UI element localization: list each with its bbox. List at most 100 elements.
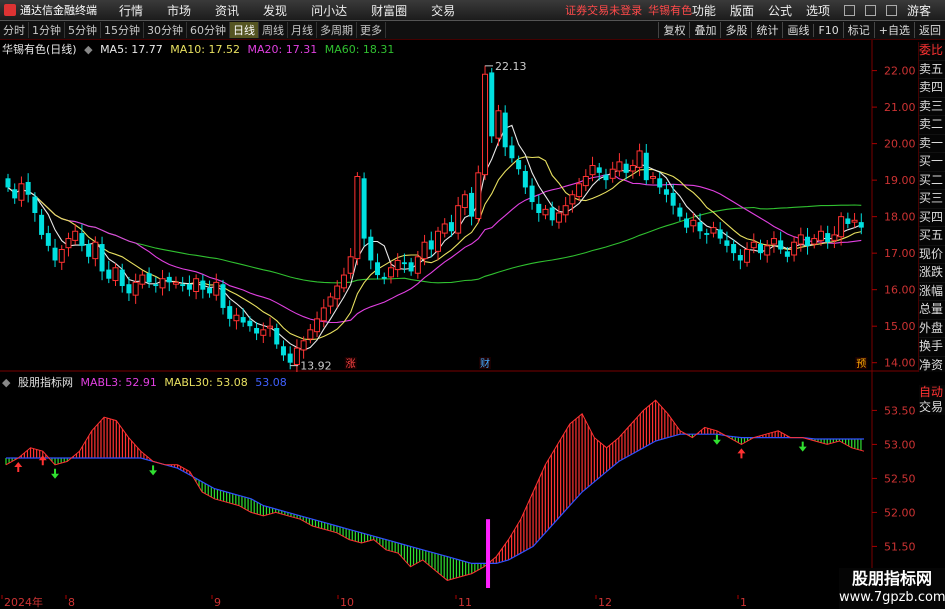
side-item[interactable]: 卖四 xyxy=(919,79,945,98)
menu-function[interactable]: 功能 xyxy=(692,2,716,19)
period-30min[interactable]: 30分钟 xyxy=(144,22,187,38)
period-1min[interactable]: 1分钟 xyxy=(29,22,65,38)
trade-login-notice[interactable]: 证券交易未登录 xyxy=(565,2,642,18)
side-item[interactable]: 买三 xyxy=(919,190,945,209)
candle-body-down xyxy=(704,233,710,235)
candle-body-down xyxy=(401,262,407,265)
candle-body-down xyxy=(166,276,172,283)
candle-body-down xyxy=(180,284,186,287)
side-item[interactable]: 委比 xyxy=(919,42,945,61)
period-intraday[interactable]: 分时 xyxy=(0,22,29,38)
guest-user[interactable]: 游客 xyxy=(907,2,931,19)
candle-body-down xyxy=(240,317,246,323)
side-item[interactable]: 卖五 xyxy=(919,61,945,79)
side-item[interactable]: 卖一 xyxy=(919,135,945,153)
side-item[interactable]: 买四 xyxy=(919,209,945,227)
candle-body-up xyxy=(690,219,697,227)
period-toolbar: 分时 1分钟 5分钟 15分钟 30分钟 60分钟 日线 周线 月线 多周期 更… xyxy=(0,21,945,40)
tool-back[interactable]: 返回 xyxy=(914,22,945,38)
app-logo-icon xyxy=(4,4,16,16)
period-more[interactable]: 更多 xyxy=(357,22,386,38)
date-tick-label: 8 xyxy=(68,596,75,609)
menu-discover[interactable]: 发现 xyxy=(263,2,287,19)
indicator-side: 自动 交易 xyxy=(919,385,945,415)
menu-trade[interactable]: 交易 xyxy=(431,2,455,19)
maximize-icon[interactable] xyxy=(864,4,876,16)
menu-market[interactable]: 市场 xyxy=(167,2,191,19)
high-price-label: 22.13 xyxy=(495,60,527,73)
tool-statistics[interactable]: 统计 xyxy=(751,22,782,38)
side-item[interactable]: 买一 xyxy=(919,153,945,172)
chart-stock-title: 华锡有色(日线) xyxy=(2,43,77,56)
candle-body-up xyxy=(18,183,25,201)
indicator-chart[interactable]: 53.5053.0052.5052.0051.5051.00 xyxy=(0,372,945,596)
menu-market-quotes[interactable]: 行情 xyxy=(119,2,143,19)
tool-add-watchlist[interactable]: +自选 xyxy=(873,22,914,38)
indicator-title: 股朋指标网 xyxy=(17,376,73,389)
event-marker: 财 xyxy=(480,357,490,370)
indicator-background xyxy=(0,372,945,596)
period-monthly[interactable]: 月线 xyxy=(288,22,317,38)
candle-body-up xyxy=(576,183,583,198)
candle-body-down xyxy=(603,174,609,181)
period-weekly[interactable]: 周线 xyxy=(259,22,288,38)
candle-body-down xyxy=(778,240,784,250)
candle-body-up xyxy=(435,230,441,252)
indicator-settings-icon[interactable]: ◆ xyxy=(2,376,10,389)
menu-layout[interactable]: 版面 xyxy=(730,2,754,19)
menu-ask[interactable]: 问小达 xyxy=(311,2,347,19)
tool-draw[interactable]: 画线 xyxy=(782,22,813,38)
tool-adjust[interactable]: 复权 xyxy=(658,22,689,38)
side-item[interactable]: 现价 xyxy=(919,246,945,264)
side-item[interactable]: 卖三 xyxy=(919,98,945,116)
candle-body-down xyxy=(858,222,864,228)
menu-news[interactable]: 资讯 xyxy=(215,2,239,19)
side-item[interactable]: 换手 xyxy=(919,338,945,357)
minimize-icon[interactable] xyxy=(843,4,855,16)
candle-body-down xyxy=(529,185,535,203)
period-multi[interactable]: 多周期 xyxy=(317,22,357,38)
candle-body-up xyxy=(112,267,119,282)
ma10-label: MA10: 17.52 xyxy=(170,43,240,56)
candle-body-down xyxy=(186,284,192,290)
side-item[interactable]: 买二 xyxy=(919,172,945,190)
price-tick-label: 21.00 xyxy=(884,101,916,114)
price-tick-label: 17.00 xyxy=(884,247,916,260)
side-item[interactable]: 涨跌 xyxy=(919,264,945,283)
candle-body-up xyxy=(441,223,448,234)
candle-body-up xyxy=(629,165,636,172)
ma20-label: MA20: 17.31 xyxy=(247,43,318,56)
side-item[interactable]: 买五 xyxy=(919,227,945,246)
tool-f10[interactable]: F10 xyxy=(813,23,842,37)
settings-icon[interactable]: ◆ xyxy=(84,43,92,56)
side-item[interactable]: 卖二 xyxy=(919,116,945,135)
period-daily[interactable]: 日线 xyxy=(230,22,259,38)
candle-body-down xyxy=(247,320,253,327)
close-icon[interactable] xyxy=(885,4,897,16)
period-5min[interactable]: 5分钟 xyxy=(65,22,101,38)
candle-body-up xyxy=(569,194,576,205)
period-60min[interactable]: 60分钟 xyxy=(187,22,230,38)
kline-chart[interactable]: 22.00 21.00 20.00 19.00 18.00 17.00 16.00 15.00… xyxy=(0,40,945,372)
candle-body-down xyxy=(375,262,381,276)
candle-body-down xyxy=(227,306,233,319)
side-item[interactable]: 涨幅 xyxy=(919,283,945,301)
period-15min[interactable]: 15分钟 xyxy=(101,22,144,38)
watermark-url: www.7gpzb.com xyxy=(839,590,945,605)
auto-button[interactable]: 自动 xyxy=(919,385,945,400)
menu-options[interactable]: 选项 xyxy=(806,2,830,19)
tool-multi-stock[interactable]: 多股 xyxy=(720,22,751,38)
trade-button[interactable]: 交易 xyxy=(919,400,945,415)
tool-mark[interactable]: 标记 xyxy=(842,22,874,38)
event-marker: 涨 xyxy=(346,358,356,370)
date-tick-label: 10 xyxy=(340,596,354,609)
menu-wealth-circle[interactable]: 财富圈 xyxy=(371,2,407,19)
side-item[interactable]: 总量 xyxy=(919,301,945,320)
side-item[interactable]: 外盘 xyxy=(919,320,945,338)
tool-overlay[interactable]: 叠加 xyxy=(689,22,720,38)
candle-body-up xyxy=(314,318,321,333)
candle-body-down xyxy=(280,346,286,356)
menu-formula[interactable]: 公式 xyxy=(768,2,792,19)
price-tick-label: 22.00 xyxy=(884,65,916,78)
candle-body-down xyxy=(45,233,51,246)
